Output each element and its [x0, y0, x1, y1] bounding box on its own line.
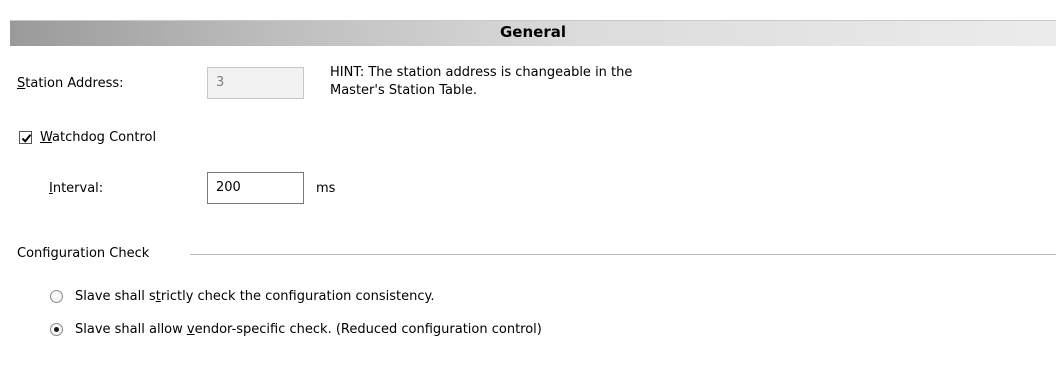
- checkmark-icon: [21, 134, 32, 143]
- radio-strict-check[interactable]: [50, 290, 63, 303]
- watchdog-control-checkbox[interactable]: [19, 131, 32, 144]
- station-address-label-text: tation Address:: [25, 76, 124, 91]
- group-divider: [190, 254, 1056, 255]
- interval-label: Interval:: [49, 181, 103, 196]
- option2-accel: v: [186, 322, 195, 337]
- interval-label-text: nterval:: [52, 181, 104, 196]
- configuration-check-group-label: Configuration Check: [17, 246, 150, 261]
- station-address-label: Station Address:: [17, 76, 124, 91]
- option1-text-pre: Slave shall s: [75, 289, 156, 304]
- radio-selected-dot: [54, 327, 59, 332]
- watchdog-label-text: atchdog Control: [52, 130, 157, 145]
- radio-vendor-specific-check[interactable]: [50, 323, 63, 336]
- option1-text-post: rictly check the configuration consisten…: [160, 289, 435, 304]
- watchdog-control-label[interactable]: Watchdog Control: [40, 130, 156, 145]
- interval-field[interactable]: 200: [207, 172, 304, 204]
- radio-strict-check-label[interactable]: Slave shall strictly check the configura…: [75, 289, 435, 304]
- watchdog-label-accel: W: [40, 130, 53, 145]
- station-address-field[interactable]: 3: [207, 67, 304, 99]
- station-address-hint-line1: HINT: The station address is changeable …: [330, 65, 633, 80]
- interval-unit: ms: [316, 181, 336, 196]
- station-address-hint-line2: Master's Station Table.: [330, 83, 477, 98]
- option2-text-post: endor-specific check. (Reduced configura…: [194, 322, 542, 337]
- section-title: General: [500, 23, 566, 41]
- general-section-header: General: [10, 20, 1056, 46]
- radio-vendor-specific-check-label[interactable]: Slave shall allow vendor-specific check.…: [75, 322, 542, 337]
- option2-text-pre: Slave shall allow: [75, 322, 187, 337]
